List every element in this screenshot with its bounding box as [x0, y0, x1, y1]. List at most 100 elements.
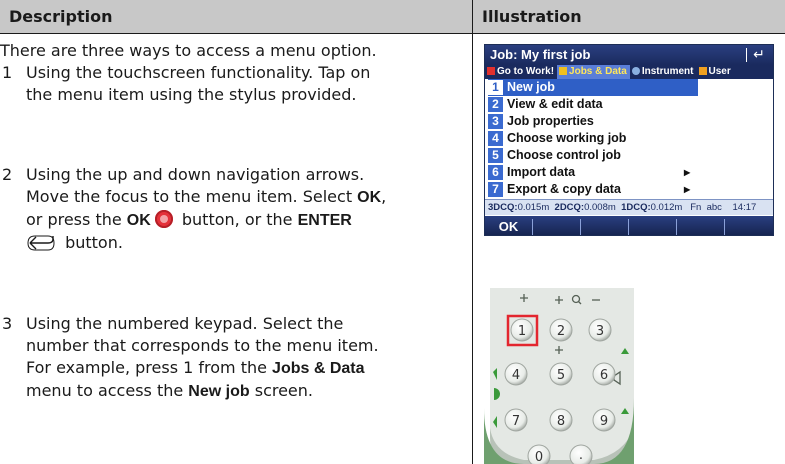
item-number: 3 — [2, 314, 13, 333]
key-label: 2 — [557, 324, 565, 339]
key-7[interactable]: 7 — [504, 408, 528, 432]
softkey-f6[interactable] — [725, 219, 773, 235]
softkey-f4[interactable] — [629, 219, 677, 235]
tab-jobs-data[interactable]: Jobs & Data — [557, 65, 630, 79]
key-9[interactable]: 9 — [592, 408, 616, 432]
key-3[interactable]: 3 — [588, 318, 612, 342]
header-description: Description — [9, 7, 113, 26]
tab-label: Instrument — [641, 66, 694, 77]
status-bar: 3DCQ:0.015m 2DCQ:0.008m 1DCQ:0.012m Fn a… — [485, 199, 773, 215]
menu-item-number: 2 — [488, 97, 503, 112]
status-label: 3DCQ: — [488, 202, 518, 213]
key-0[interactable]: 0 — [527, 444, 551, 464]
menu-item-number: 6 — [488, 165, 503, 180]
tab-go-to-work[interactable]: Go to Work! — [485, 65, 557, 79]
tab-user[interactable]: User — [697, 65, 734, 79]
text-run: button, or the — [176, 210, 298, 229]
text-run: button. — [60, 233, 123, 252]
menu-item-number: 3 — [488, 114, 503, 129]
item-1-line: Using the touchscreen functionality. Tap… — [26, 63, 371, 82]
item-2-line: button. — [26, 232, 466, 254]
ok-key-icon — [154, 210, 173, 228]
menu-item-export-copy-data[interactable]: 7 Export & copy data ▶ — [488, 181, 698, 198]
ok-softkey-label: OK — [357, 189, 382, 206]
status-mode: abc — [706, 202, 722, 213]
item-2-line: Using the up and down navigation arrows. — [26, 165, 365, 184]
text-run: or press the — [26, 210, 127, 229]
key-dot[interactable]: . — [569, 444, 593, 464]
softkey-ok[interactable]: OK — [485, 219, 533, 235]
intro-text: There are three ways to access a menu op… — [0, 41, 377, 60]
tab-instrument[interactable]: Instrument — [630, 65, 697, 79]
header-illustration: Illustration — [482, 7, 582, 26]
key-4[interactable]: 4 — [504, 362, 528, 386]
submenu-arrow-icon: ▶ — [684, 185, 691, 194]
key-label: 0 — [535, 450, 543, 464]
key-label: 4 — [512, 368, 520, 383]
enter-key-icon — [27, 235, 55, 251]
status-value: 0.008m — [584, 202, 616, 213]
key-2[interactable]: 2 — [549, 318, 573, 342]
item-number: 1 — [2, 63, 13, 82]
menu-list: 1 New job 2 View & edit data 3 Job properti… — [485, 79, 773, 199]
tab-label: Go to Work! — [497, 66, 555, 77]
text-run: , — [381, 187, 387, 206]
table-header: Description Illustration — [0, 0, 785, 33]
item-1-text: Using the touchscreen functionality. Tap… — [26, 62, 370, 106]
text-run: screen. — [249, 381, 313, 400]
tab-label: Jobs & Data — [569, 66, 627, 77]
menu-item-label: Job properties — [507, 114, 594, 128]
instruction-table: Description Illustration There are three… — [0, 0, 785, 464]
text-run: Move the focus to the menu item. Select — [26, 187, 358, 206]
menu-screenshot: Job: My first job ↵ Go to Work! Jobs & Da… — [484, 44, 774, 236]
menu-item-number: 7 — [488, 182, 503, 197]
menu-item-choose-control-job[interactable]: 5 Choose control job — [488, 147, 621, 164]
jobs-data-icon — [559, 67, 568, 75]
key-label: 8 — [557, 414, 565, 429]
header-divider — [0, 33, 785, 34]
screen-tabs: Go to Work! Jobs & Data Instrument User — [485, 65, 773, 79]
item-3-line: Using the numbered keypad. Select the — [26, 314, 344, 333]
key-5[interactable]: 5 — [549, 362, 573, 386]
back-icon[interactable]: ↵ — [751, 47, 767, 63]
softkey-f2[interactable] — [533, 219, 581, 235]
instrument-icon — [631, 67, 640, 75]
tab-label: User — [708, 66, 731, 77]
menu-item-job-properties[interactable]: 3 Job properties — [488, 113, 594, 130]
key-label: . — [579, 448, 583, 463]
menu-item-choose-working-job[interactable]: 4 Choose working job — [488, 130, 626, 147]
status-time: 14:17 — [732, 202, 757, 213]
title-separator — [746, 48, 747, 62]
ok-key-label: OK — [126, 212, 151, 229]
jobs-data-label: Jobs & Data — [272, 360, 365, 377]
key-label: 7 — [512, 414, 520, 429]
item-3-line: number that corresponds to the menu item… — [26, 336, 379, 355]
item-3-text: Using the numbered keypad. Select the nu… — [26, 313, 466, 403]
key-label: 6 — [600, 368, 608, 383]
key-8[interactable]: 8 — [549, 408, 573, 432]
softkey-bar: OK — [485, 216, 773, 235]
softkey-f5[interactable] — [677, 219, 725, 235]
item-2-line: Move the focus to the menu item. Select … — [26, 186, 466, 209]
key-label: 1 — [518, 324, 526, 339]
menu-item-label: Choose working job — [507, 131, 627, 145]
menu-item-view-edit-data[interactable]: 2 View & edit data — [488, 96, 603, 113]
text-run: For example, press 1 from the — [26, 358, 273, 377]
menu-item-import-data[interactable]: 6 Import data ▶ — [488, 164, 698, 181]
key-label: 5 — [557, 368, 565, 383]
screen-title-bar: Job: My first job — [485, 45, 773, 65]
menu-item-new-job[interactable]: 1 New job — [488, 79, 698, 96]
item-3-line: For example, press 1 from the Jobs & Dat… — [26, 357, 466, 380]
menu-item-label: Choose control job — [507, 148, 621, 162]
status-label: 2DCQ: — [554, 202, 585, 213]
menu-item-label: Export & copy data — [507, 182, 621, 196]
softkey-f3[interactable] — [581, 219, 629, 235]
key-label: 3 — [596, 324, 604, 339]
item-3-line: menu to access the New job screen. — [26, 380, 466, 403]
submenu-arrow-icon: ▶ — [684, 168, 691, 177]
user-icon — [698, 67, 707, 75]
key-6[interactable]: 6 — [592, 362, 616, 386]
menu-item-label: View & edit data — [507, 97, 603, 111]
key-1[interactable]: 1 — [510, 318, 534, 342]
menu-item-number: 5 — [488, 148, 503, 163]
